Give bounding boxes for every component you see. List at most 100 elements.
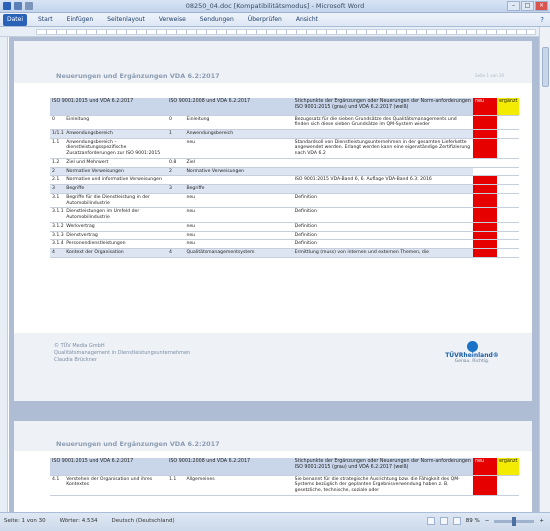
- flag-neu: [473, 207, 498, 223]
- flag-neu: [473, 115, 498, 130]
- table-row[interactable]: 2 Normative Verweisungen 2 Normative Verwei…: [50, 167, 519, 177]
- status-language[interactable]: Deutsch (Deutschland): [111, 518, 174, 524]
- web-layout-view-icon[interactable]: [452, 517, 461, 525]
- flag-ergaenzt: [497, 115, 519, 130]
- vertical-scrollbar[interactable]: [539, 27, 550, 512]
- row-note: Ermittlung (muss) von internen und exter…: [292, 248, 474, 258]
- row-title: Kontext der Organisation: [64, 248, 167, 258]
- flag-ergaenzt: [497, 475, 519, 496]
- row-old-title: Qualitätsmanagementsystem: [184, 248, 293, 258]
- tab-ansicht[interactable]: Ansicht: [296, 16, 318, 23]
- zoom-level[interactable]: 89 %: [466, 518, 480, 524]
- page2-header-title: Neuerungen und Ergänzungen VDA 6.2:2017: [56, 440, 220, 448]
- flag-neu: [473, 248, 498, 258]
- comparison-table[interactable]: ISO 9001:2015 und VDA 6.2:2017 ISO 9001:…: [50, 98, 519, 258]
- document-canvas[interactable]: Neuerungen und Ergänzungen VDA 6.2:2017 …: [9, 37, 539, 512]
- row-old-number: 0: [166, 115, 185, 130]
- table-row[interactable]: 1/1.1 Anwendungsbereich 1 Anwendungsbereich: [50, 129, 519, 139]
- row-title: Anwendungsbereich: [64, 129, 167, 139]
- table-row[interactable]: 3.1.1 Dienstleistungen im Umfeld der Auto…: [50, 207, 519, 223]
- print-layout-view-icon[interactable]: [426, 517, 435, 525]
- row-number: 1.2: [50, 158, 65, 168]
- document-page-2[interactable]: Neuerungen und Ergänzungen VDA 6.2:2017 …: [14, 421, 532, 512]
- fullscreen-view-icon[interactable]: [439, 517, 448, 525]
- row-note: Sie benannt für die strategische Ausrich…: [292, 475, 474, 496]
- row-title: Werkvertrag: [64, 222, 167, 232]
- row-title: Normative Verweisungen: [64, 167, 167, 177]
- tab-einfuegen[interactable]: Einfügen: [67, 16, 93, 23]
- row-old-number: [166, 175, 185, 186]
- row-number: 3.1.4: [50, 239, 65, 249]
- table-row[interactable]: 4.1 Verstehen der Organisation und ihres…: [50, 475, 519, 496]
- minimize-button[interactable]: –: [507, 1, 520, 11]
- flag-neu: [473, 222, 498, 232]
- flag-neu: [473, 167, 498, 177]
- close-button[interactable]: ×: [535, 1, 548, 11]
- status-page[interactable]: Seite: 1 von 30: [4, 518, 46, 524]
- scroll-thumb[interactable]: [542, 47, 549, 87]
- tab-start[interactable]: Start: [38, 16, 53, 23]
- zoom-slider-thumb[interactable]: [512, 516, 517, 526]
- table-row[interactable]: 2.1 Normative und informative Verweisunge…: [50, 175, 519, 186]
- row-old-number: [166, 231, 185, 241]
- tab-seitenlayout[interactable]: Seitenlayout: [107, 16, 145, 23]
- table-row[interactable]: 3.1 Begriffe für die Dienstleistung in de…: [50, 193, 519, 209]
- tab-sendungen[interactable]: Sendungen: [200, 16, 234, 23]
- table-row[interactable]: 3.1.2 Werkvertrag neu Definition: [50, 222, 519, 232]
- table-header-row: ISO 9001:2015 und VDA 6.2:2017 ISO 9001:…: [50, 458, 519, 476]
- row-number: 3.1: [50, 193, 65, 209]
- horizontal-ruler[interactable]: [0, 27, 550, 37]
- comparison-table-page2[interactable]: ISO 9001:2015 und VDA 6.2:2017 ISO 9001:…: [50, 458, 519, 496]
- header-neu: neu: [473, 458, 498, 476]
- vertical-ruler[interactable]: [0, 37, 8, 512]
- tuv-claim: Genau. Richtig.: [454, 359, 490, 364]
- table-row[interactable]: 3 Begriffe 3 Begriffe: [50, 184, 519, 194]
- zoom-slider[interactable]: [494, 516, 535, 526]
- table-row[interactable]: 1.2 Ziel und Mehrwert 0.8 Ziel: [50, 158, 519, 168]
- row-old-title: Begriffe: [184, 184, 293, 194]
- maximize-button[interactable]: □: [521, 1, 534, 11]
- flag-ergaenzt: [497, 158, 519, 168]
- flag-neu: [473, 175, 498, 186]
- row-old-title: neu: [184, 193, 293, 209]
- footer-book-title: Qualitätsmanagement in Dienstleistungsun…: [54, 349, 191, 356]
- row-note: [292, 158, 474, 168]
- table-row[interactable]: 4 Kontext der Organisation 4 Qualitätsmanag…: [50, 248, 519, 258]
- footer-author: Claudia Brückner: [54, 356, 97, 363]
- row-title: Dienstleistungen im Umfeld der Automobil…: [64, 207, 167, 223]
- status-words[interactable]: Wörter: 4.534: [60, 518, 98, 524]
- ribbon-tab-bar: Datei Start Einfügen Seitenlayout Verwei…: [0, 13, 550, 27]
- row-old-number: 3: [166, 184, 185, 194]
- zoom-out-button[interactable]: −: [485, 518, 490, 524]
- window-controls: – □ ×: [507, 1, 548, 11]
- tab-verweise[interactable]: Verweise: [159, 16, 186, 23]
- window-title: 08250_04.doc [Kompatibilitätsmodus] - Mi…: [185, 2, 365, 10]
- row-old-number: [166, 239, 185, 249]
- tab-ueberpruefen[interactable]: Überprüfen: [248, 16, 282, 23]
- flag-ergaenzt: [497, 138, 519, 159]
- document-page-1[interactable]: Neuerungen und Ergänzungen VDA 6.2:2017 …: [14, 41, 532, 401]
- zoom-in-button[interactable]: +: [539, 518, 544, 524]
- table-row[interactable]: 1.1 Anwendungsbereich – dienstleistungssp…: [50, 138, 519, 159]
- row-number: 4: [50, 248, 65, 258]
- row-old-number: 2: [166, 167, 185, 177]
- row-note: ISO 9001:2015 VDA-Band 6, 6. Auflage VDA…: [292, 175, 474, 186]
- page-footer: © TÜV Media GmbH Qualitätsmanagement in …: [14, 333, 532, 401]
- row-number: 4.1: [50, 475, 65, 496]
- table-row[interactable]: 3.1.3 Dienstvertrag neu Definition: [50, 231, 519, 241]
- flag-neu: [473, 239, 498, 249]
- help-icon[interactable]: ?: [540, 16, 544, 24]
- table-row[interactable]: 3.1.4 Personendienstleistungen neu Definiti…: [50, 239, 519, 249]
- row-old-title: neu: [184, 207, 293, 223]
- file-tab[interactable]: Datei: [3, 14, 27, 26]
- row-number: 0: [50, 115, 65, 130]
- flag-ergaenzt: [497, 231, 519, 241]
- row-note: Definition: [292, 193, 474, 209]
- row-old-number: [166, 138, 185, 159]
- table-row[interactable]: 0 Einleitung 0 Einleitung Bezugssatz für die…: [50, 115, 519, 130]
- row-old-number: 4: [166, 248, 185, 258]
- header-neu: neu: [473, 98, 498, 116]
- row-old-number: [166, 207, 185, 223]
- row-number: 1/1.1: [50, 129, 65, 139]
- row-old-title: Anwendungsbereich: [184, 129, 293, 139]
